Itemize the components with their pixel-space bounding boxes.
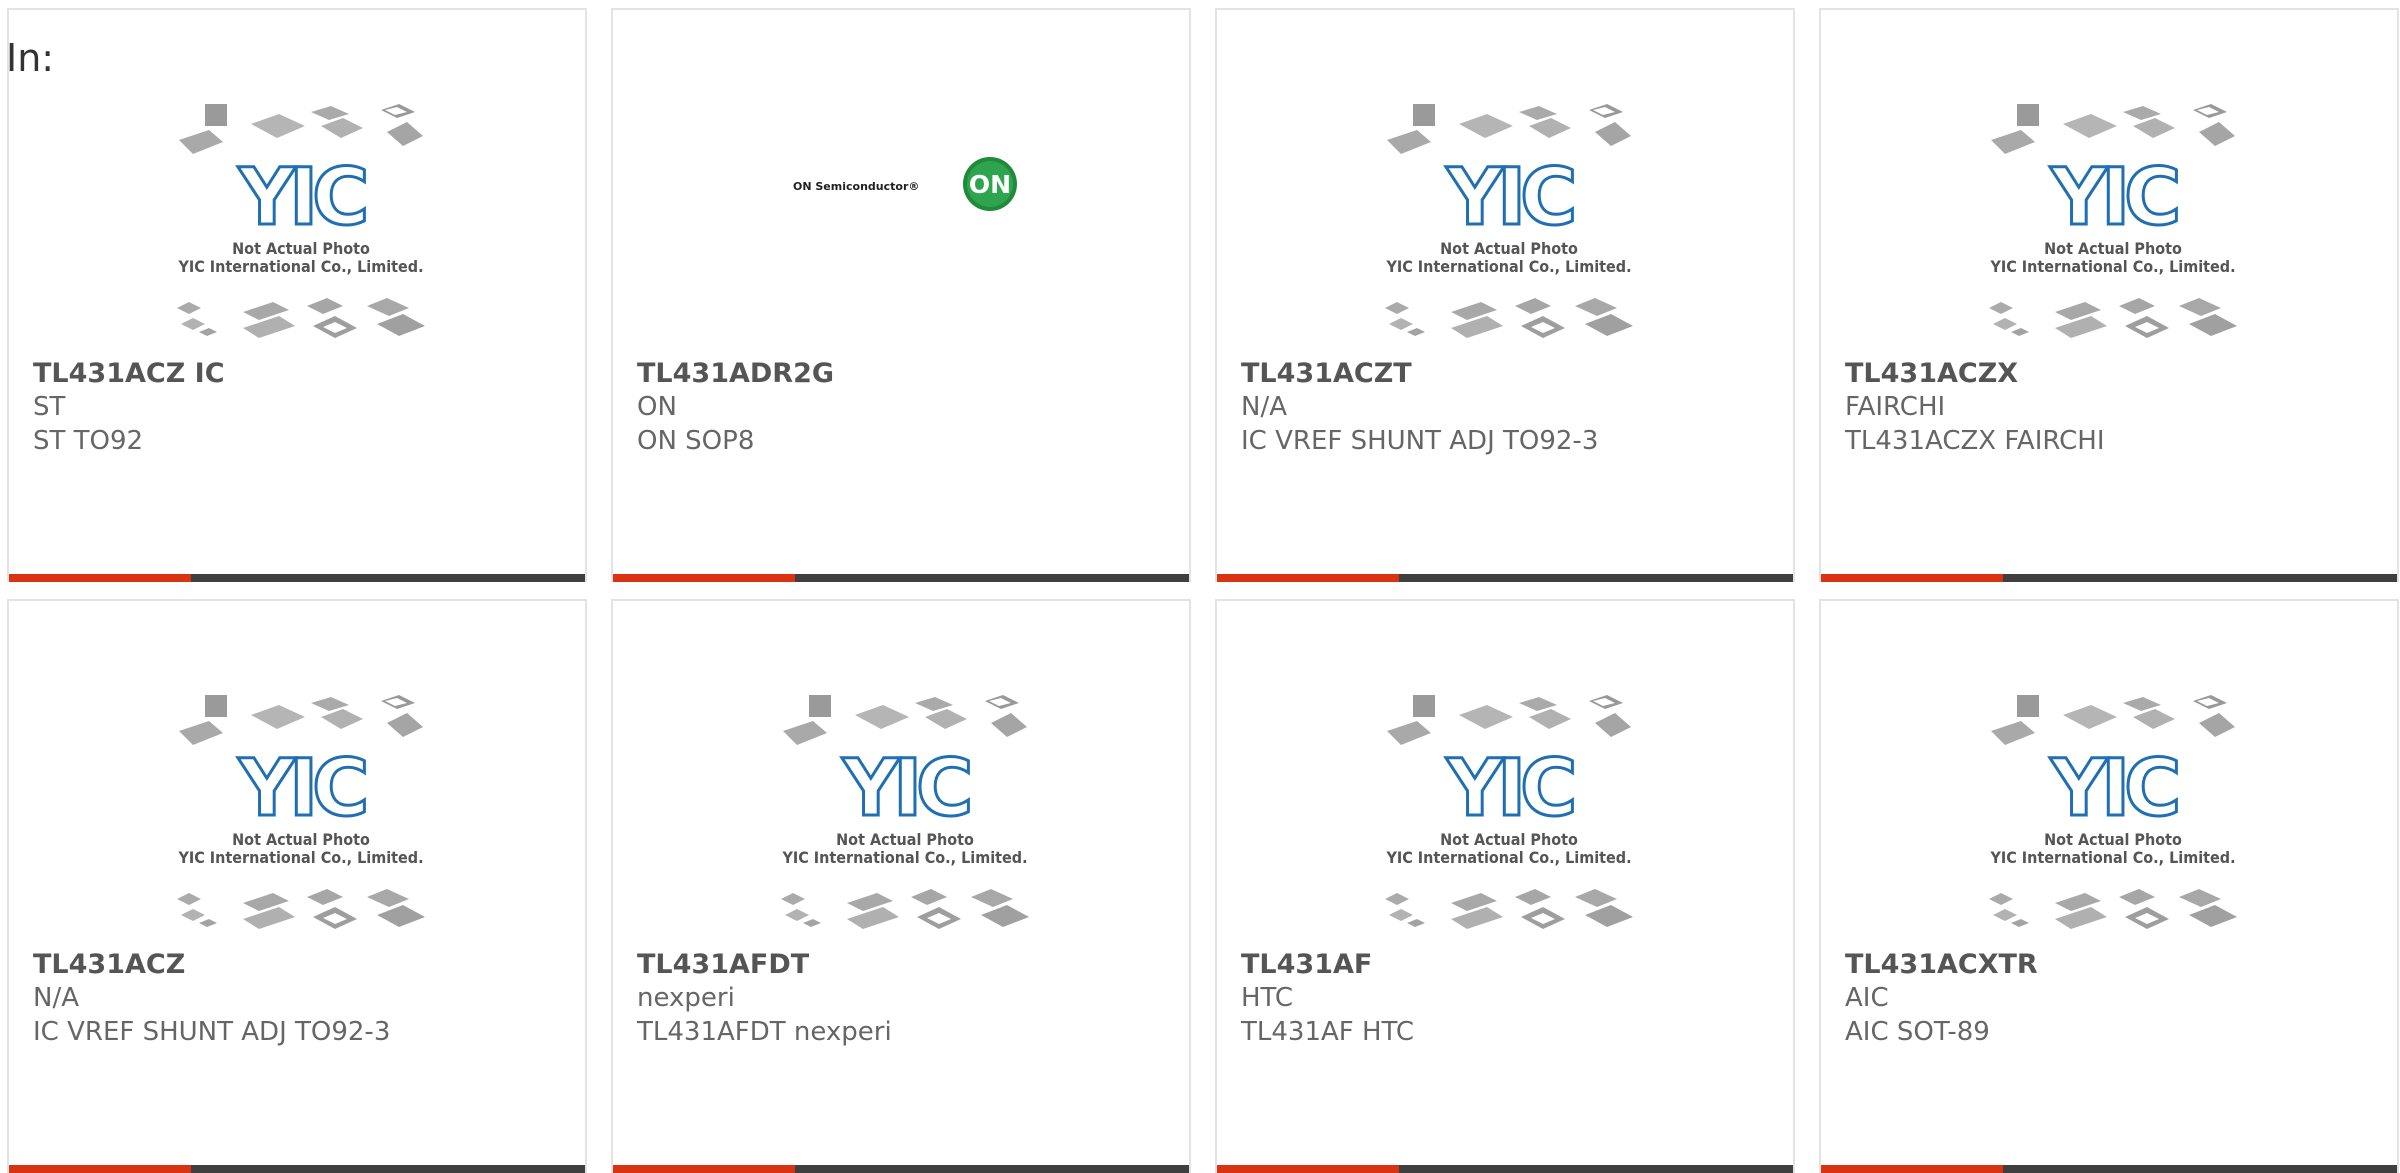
product-brand: HTC: [1241, 983, 1294, 1013]
product-part-number[interactable]: TL431ADR2G: [637, 358, 834, 389]
product-description: IC VREF SHUNT ADJ TO92-3: [33, 1017, 391, 1047]
watermark-line2: YIC International Co., Limited.: [177, 257, 423, 276]
product-brand: ON: [637, 392, 677, 422]
card-accent-bar: [1217, 1165, 1793, 1173]
product-brand: nexperi: [637, 983, 735, 1013]
watermark-line2: YIC International Co., Limited.: [1989, 848, 2235, 867]
watermark-line2: YIC International Co., Limited.: [1385, 848, 1631, 867]
product-card[interactable]: YIC Not Actual Photo YIC International Co.…: [7, 8, 587, 582]
product-part-number[interactable]: TL431ACZX: [1845, 358, 2018, 389]
yic-logo-icon: YIC: [238, 153, 366, 243]
product-card[interactable]: YIC Not Actual Photo YIC International Co.…: [1819, 599, 2399, 1173]
product-description: TL431AF HTC: [1241, 1017, 1415, 1047]
on-semiconductor-logo-icon: ON Semiconductor® ON: [793, 157, 1017, 211]
card-accent-bar: [1821, 574, 2397, 582]
yic-logo-icon: YIC: [842, 744, 970, 834]
card-accent-bar: [9, 1165, 585, 1173]
card-accent-bar: [613, 1165, 1189, 1173]
product-description: TL431ACZX FAIRCHI: [1845, 426, 2105, 456]
product-part-number[interactable]: TL431AF: [1241, 949, 1372, 980]
product-brand: N/A: [1241, 392, 1287, 422]
yic-placeholder-image: YICNot Actual PhotoYIC International Co.…: [1385, 695, 1633, 929]
product-grid: YIC Not Actual Photo YIC International Co.…: [0, 0, 2400, 1173]
product-description: ON SOP8: [637, 426, 755, 456]
card-accent-bar: [1217, 574, 1793, 582]
on-logo-text: ON Semiconductor®: [793, 180, 919, 193]
yic-placeholder-image: YICNot Actual PhotoYIC International Co.…: [177, 104, 425, 338]
watermark-line1: Not Actual Photo: [2044, 239, 2182, 258]
watermark-line1: Not Actual Photo: [1440, 830, 1578, 849]
product-brand: N/A: [33, 983, 79, 1013]
yic-logo-icon: YIC: [238, 744, 366, 834]
watermark-line1: Not Actual Photo: [232, 239, 370, 258]
product-part-number[interactable]: TL431AFDT: [637, 949, 809, 980]
product-brand: ST: [33, 392, 66, 422]
product-description: AIC SOT-89: [1845, 1017, 1990, 1047]
yic-logo-icon: YIC: [1446, 153, 1574, 243]
product-card[interactable]: ON Semiconductor® ON TL431ADR2G ON ON SOP8: [611, 8, 1191, 582]
yic-logo-icon: YIC: [2050, 744, 2178, 834]
product-part-number[interactable]: TL431ACXTR: [1845, 949, 2038, 980]
product-brand: FAIRCHI: [1845, 392, 1946, 422]
watermark-line1: Not Actual Photo: [836, 830, 974, 849]
product-card[interactable]: YIC Not Actual Photo YIC International Co.…: [1215, 8, 1795, 582]
yic-placeholder-image: YICNot Actual PhotoYIC International Co.…: [1385, 104, 1633, 338]
yic-placeholder-image: YICNot Actual PhotoYIC International Co.…: [1989, 104, 2237, 338]
yic-logo-icon: YIC: [1446, 744, 1574, 834]
watermark-line1: Not Actual Photo: [232, 830, 370, 849]
card-accent-bar: [1821, 1165, 2397, 1173]
card-accent-bar: [613, 574, 1189, 582]
watermark-line2: YIC International Co., Limited.: [177, 848, 423, 867]
product-card[interactable]: YIC Not Actual Photo YIC International Co.…: [1215, 599, 1795, 1173]
product-brand: AIC: [1845, 983, 1889, 1013]
product-part-number[interactable]: TL431ACZ: [33, 949, 185, 980]
card-accent-bar: [9, 574, 585, 582]
watermark-line1: Not Actual Photo: [2044, 830, 2182, 849]
watermark-line2: YIC International Co., Limited.: [781, 848, 1027, 867]
watermark-line2: YIC International Co., Limited.: [1989, 257, 2235, 276]
product-description: ST TO92: [33, 426, 144, 456]
product-description: IC VREF SHUNT ADJ TO92-3: [1241, 426, 1599, 456]
watermark-line1: Not Actual Photo: [1440, 239, 1578, 258]
product-part-number[interactable]: TL431ACZT: [1241, 358, 1412, 389]
product-card[interactable]: YIC Not Actual Photo YIC International Co.…: [1819, 8, 2399, 582]
in-label: In:: [6, 36, 55, 80]
yic-placeholder-image: YICNot Actual PhotoYIC International Co.…: [781, 695, 1029, 929]
product-card[interactable]: YIC Not Actual Photo YIC International Co.…: [611, 599, 1191, 1173]
yic-logo-icon: YIC: [2050, 153, 2178, 243]
on-logo-badge: ON: [969, 170, 1011, 199]
product-part-number[interactable]: TL431ACZ IC: [33, 358, 225, 389]
yic-placeholder-image: YICNot Actual PhotoYIC International Co.…: [177, 695, 425, 929]
product-description: TL431AFDT nexperi: [637, 1017, 892, 1047]
watermark-line2: YIC International Co., Limited.: [1385, 257, 1631, 276]
product-card[interactable]: YIC Not Actual Photo YIC International Co.…: [7, 599, 587, 1173]
yic-placeholder-image: YICNot Actual PhotoYIC International Co.…: [1989, 695, 2237, 929]
